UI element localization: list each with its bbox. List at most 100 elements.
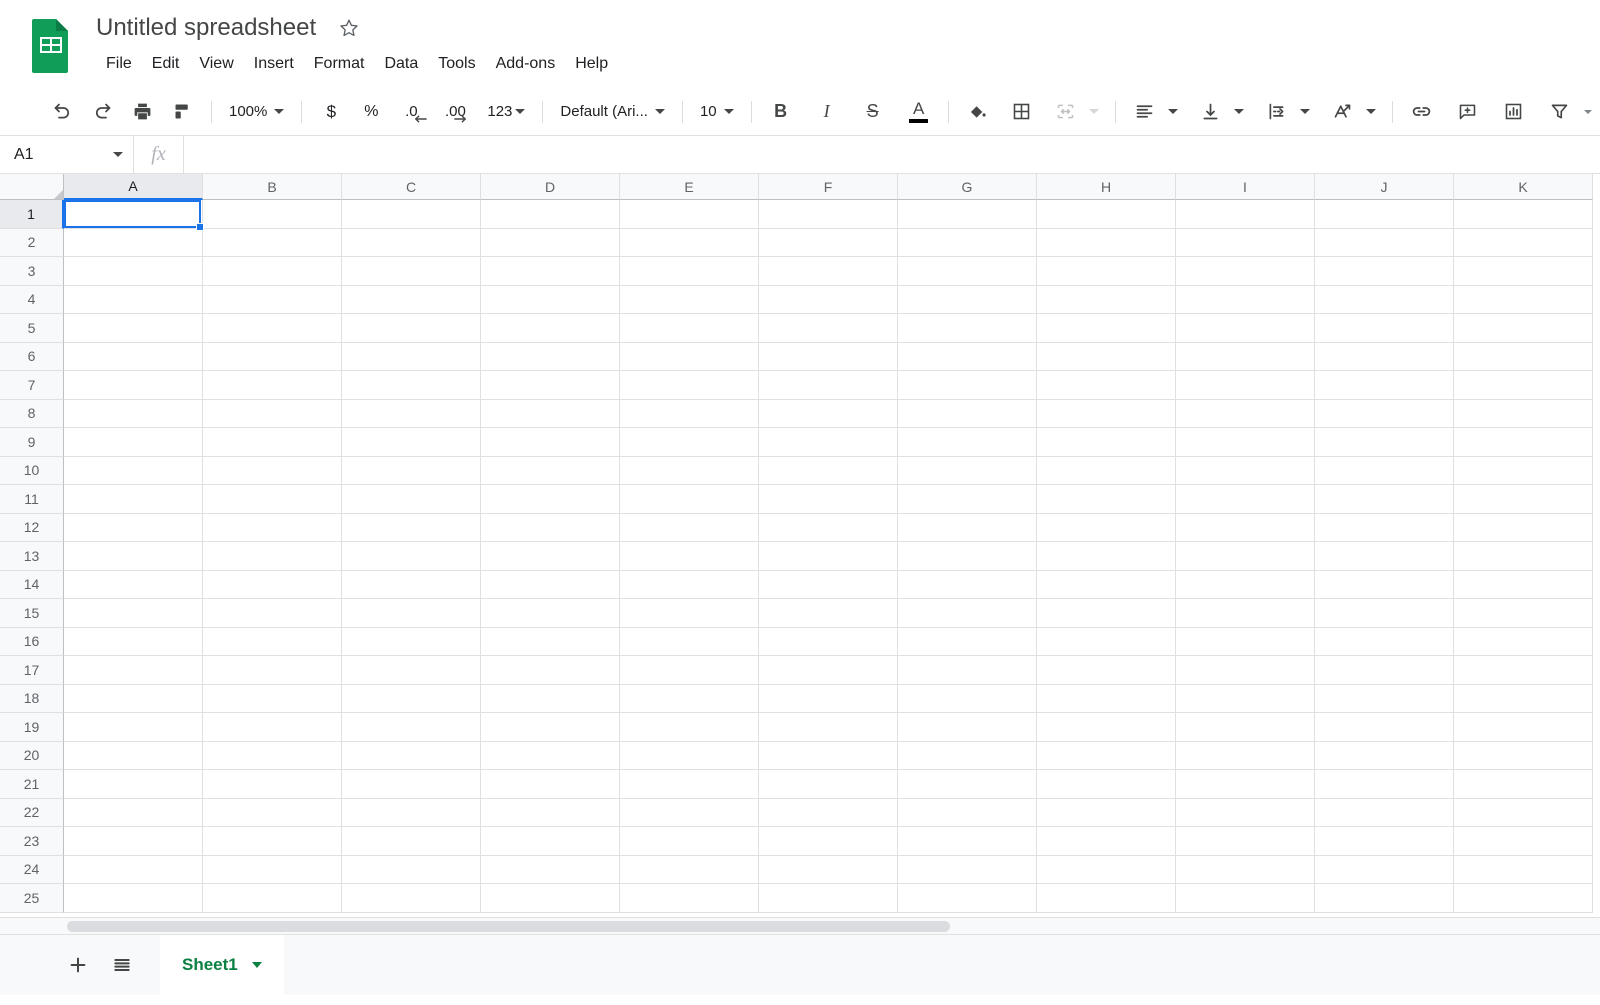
- cell-E4[interactable]: [620, 285, 759, 314]
- cell-G15[interactable]: [898, 599, 1037, 628]
- cell-B11[interactable]: [203, 485, 342, 514]
- select-all-corner[interactable]: [0, 174, 64, 200]
- currency-format-button[interactable]: $: [315, 96, 347, 128]
- cell-K5[interactable]: [1454, 314, 1593, 343]
- cell-E13[interactable]: [620, 542, 759, 571]
- cell-H24[interactable]: [1037, 855, 1176, 884]
- text-wrap-dropdown[interactable]: [1297, 96, 1313, 128]
- cell-H5[interactable]: [1037, 314, 1176, 343]
- cell-H12[interactable]: [1037, 513, 1176, 542]
- cell-F7[interactable]: [759, 371, 898, 400]
- cell-K22[interactable]: [1454, 798, 1593, 827]
- column-header-b[interactable]: B: [203, 174, 342, 200]
- cell-K12[interactable]: [1454, 513, 1593, 542]
- cell-G2[interactable]: [898, 228, 1037, 257]
- cell-E5[interactable]: [620, 314, 759, 343]
- cell-H9[interactable]: [1037, 428, 1176, 457]
- add-sheet-button[interactable]: [56, 935, 100, 995]
- cell-D17[interactable]: [481, 656, 620, 685]
- cell-K8[interactable]: [1454, 399, 1593, 428]
- column-header-c[interactable]: C: [342, 174, 481, 200]
- cell-E10[interactable]: [620, 456, 759, 485]
- vertical-align-icon[interactable]: [1195, 96, 1227, 128]
- cell-F4[interactable]: [759, 285, 898, 314]
- cell-C3[interactable]: [342, 257, 481, 286]
- cell-F9[interactable]: [759, 428, 898, 457]
- row-header-22[interactable]: 22: [0, 798, 64, 827]
- horizontal-scrollbar-thumb[interactable]: [67, 921, 950, 932]
- filter-icon[interactable]: [1544, 96, 1576, 128]
- column-header-e[interactable]: E: [620, 174, 759, 200]
- cell-F16[interactable]: [759, 627, 898, 656]
- cell-B6[interactable]: [203, 342, 342, 371]
- cell-K11[interactable]: [1454, 485, 1593, 514]
- cell-J22[interactable]: [1315, 798, 1454, 827]
- column-header-k[interactable]: K: [1454, 174, 1593, 200]
- menu-item-tools[interactable]: Tools: [428, 51, 485, 77]
- cell-D25[interactable]: [481, 884, 620, 913]
- cell-J4[interactable]: [1315, 285, 1454, 314]
- cell-G14[interactable]: [898, 570, 1037, 599]
- cell-G25[interactable]: [898, 884, 1037, 913]
- cell-I19[interactable]: [1176, 713, 1315, 742]
- cell-A24[interactable]: [64, 855, 203, 884]
- cell-I10[interactable]: [1176, 456, 1315, 485]
- cell-C17[interactable]: [342, 656, 481, 685]
- chevron-down-icon[interactable]: [113, 152, 123, 157]
- cell-J6[interactable]: [1315, 342, 1454, 371]
- cell-F18[interactable]: [759, 684, 898, 713]
- insert-comment-icon[interactable]: [1452, 96, 1484, 128]
- cell-K14[interactable]: [1454, 570, 1593, 599]
- cell-E22[interactable]: [620, 798, 759, 827]
- cell-G16[interactable]: [898, 627, 1037, 656]
- cell-H20[interactable]: [1037, 741, 1176, 770]
- cell-B21[interactable]: [203, 770, 342, 799]
- cell-K15[interactable]: [1454, 599, 1593, 628]
- cell-J1[interactable]: [1315, 200, 1454, 229]
- cell-H14[interactable]: [1037, 570, 1176, 599]
- cell-I6[interactable]: [1176, 342, 1315, 371]
- cell-A25[interactable]: [64, 884, 203, 913]
- cell-G19[interactable]: [898, 713, 1037, 742]
- cell-F25[interactable]: [759, 884, 898, 913]
- cell-K20[interactable]: [1454, 741, 1593, 770]
- cell-H19[interactable]: [1037, 713, 1176, 742]
- cell-H11[interactable]: [1037, 485, 1176, 514]
- cell-I13[interactable]: [1176, 542, 1315, 571]
- cell-A6[interactable]: [64, 342, 203, 371]
- row-header-15[interactable]: 15: [0, 599, 64, 628]
- cell-H2[interactable]: [1037, 228, 1176, 257]
- cell-C2[interactable]: [342, 228, 481, 257]
- cell-G3[interactable]: [898, 257, 1037, 286]
- cell-F14[interactable]: [759, 570, 898, 599]
- cell-D11[interactable]: [481, 485, 620, 514]
- cell-E6[interactable]: [620, 342, 759, 371]
- cell-E7[interactable]: [620, 371, 759, 400]
- cell-D21[interactable]: [481, 770, 620, 799]
- cell-F23[interactable]: [759, 827, 898, 856]
- cell-E8[interactable]: [620, 399, 759, 428]
- cell-E20[interactable]: [620, 741, 759, 770]
- undo-icon[interactable]: [46, 96, 78, 128]
- cell-C20[interactable]: [342, 741, 481, 770]
- cell-D23[interactable]: [481, 827, 620, 856]
- cell-F6[interactable]: [759, 342, 898, 371]
- column-header-g[interactable]: G: [898, 174, 1037, 200]
- row-header-6[interactable]: 6: [0, 342, 64, 371]
- cell-H7[interactable]: [1037, 371, 1176, 400]
- cell-C15[interactable]: [342, 599, 481, 628]
- cell-C8[interactable]: [342, 399, 481, 428]
- cell-D20[interactable]: [481, 741, 620, 770]
- cell-J7[interactable]: [1315, 371, 1454, 400]
- cell-J17[interactable]: [1315, 656, 1454, 685]
- cell-I17[interactable]: [1176, 656, 1315, 685]
- cell-C11[interactable]: [342, 485, 481, 514]
- cell-B7[interactable]: [203, 371, 342, 400]
- cell-F15[interactable]: [759, 599, 898, 628]
- cell-D7[interactable]: [481, 371, 620, 400]
- cell-B15[interactable]: [203, 599, 342, 628]
- cell-D13[interactable]: [481, 542, 620, 571]
- cell-F3[interactable]: [759, 257, 898, 286]
- cell-D10[interactable]: [481, 456, 620, 485]
- cell-E3[interactable]: [620, 257, 759, 286]
